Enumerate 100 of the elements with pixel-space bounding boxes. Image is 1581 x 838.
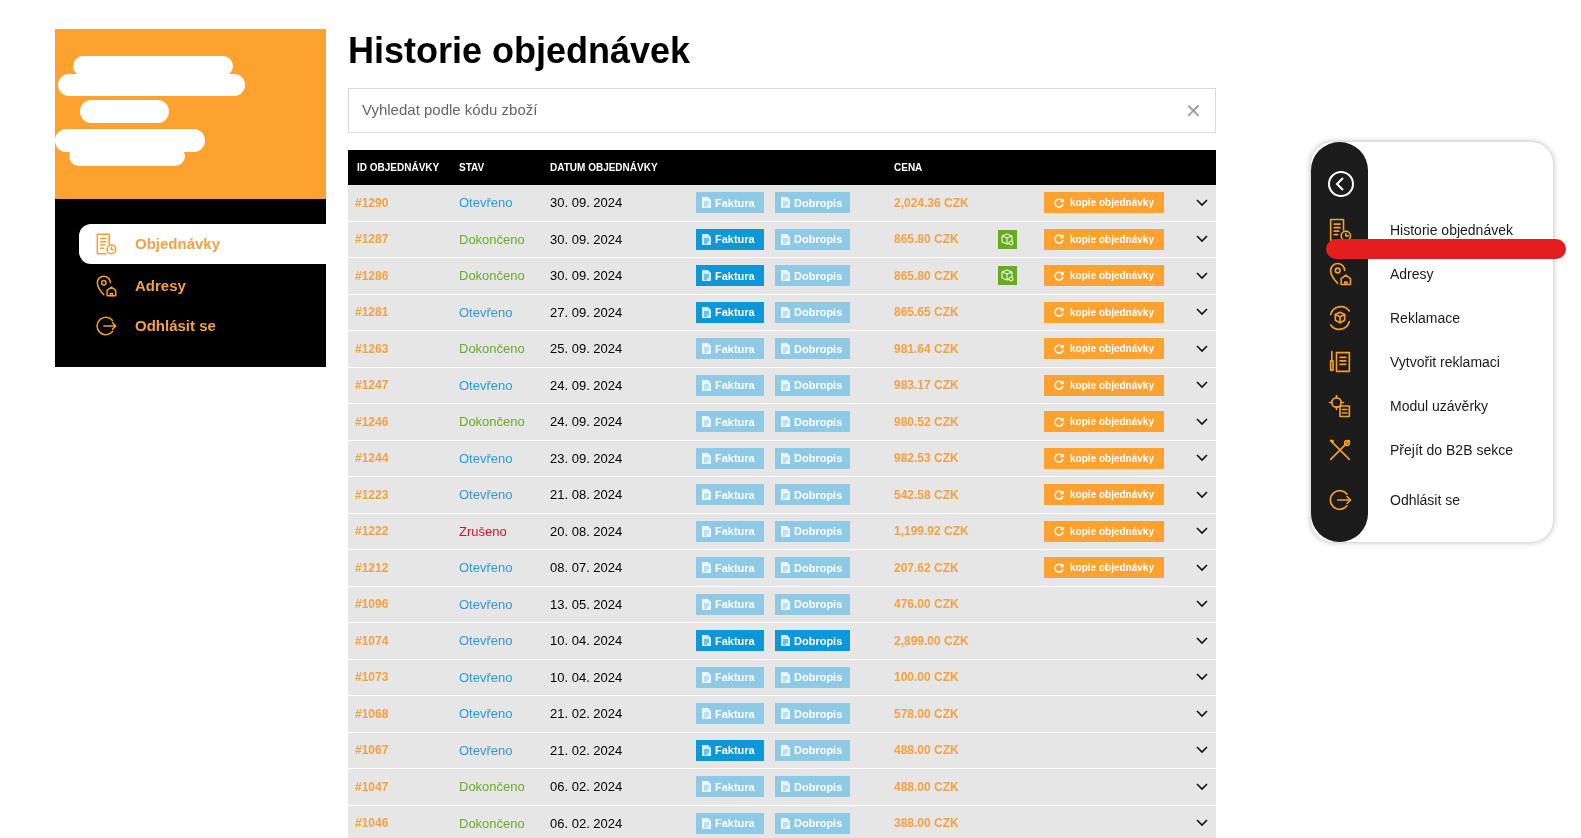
order-id-link[interactable]: #1067 xyxy=(348,741,459,760)
search-field[interactable]: Vyhledat podle kódu zboží ✕ xyxy=(348,88,1216,133)
order-id-link[interactable]: #1263 xyxy=(348,339,459,358)
back-icon[interactable] xyxy=(1327,170,1355,198)
document-button[interactable]: Faktura xyxy=(696,301,764,323)
order-id-link[interactable]: #1212 xyxy=(348,558,459,577)
document-button[interactable]: Faktura xyxy=(696,338,764,360)
copy-order-button[interactable]: kopie objednávky xyxy=(1044,192,1164,214)
document-button[interactable]: Faktura xyxy=(696,776,764,798)
document-button[interactable]: Dobropis xyxy=(775,338,850,360)
order-id-link[interactable]: #1068 xyxy=(348,704,459,723)
menu-item[interactable]: Přejít do B2B sekce xyxy=(1390,439,1513,461)
order-id-link[interactable]: #1287 xyxy=(348,230,459,249)
menu-item[interactable]: Reklamace xyxy=(1390,307,1461,329)
menu-item[interactable]: Modul uzávěrky xyxy=(1390,395,1489,417)
order-id-link[interactable]: #1047 xyxy=(348,777,459,796)
document-button[interactable]: Faktura xyxy=(696,192,764,214)
document-icon xyxy=(781,817,790,829)
document-button[interactable]: Faktura xyxy=(696,411,764,433)
document-button[interactable]: Faktura xyxy=(696,593,764,615)
document-button[interactable]: Dobropis xyxy=(775,703,850,725)
document-button[interactable]: Dobropis xyxy=(775,374,850,396)
document-button[interactable]: Faktura xyxy=(696,374,764,396)
document-button[interactable]: Dobropis xyxy=(775,739,850,761)
chevron-down-icon[interactable] xyxy=(1196,417,1208,426)
order-id-link[interactable]: #1247 xyxy=(348,376,459,395)
document-button[interactable]: Faktura xyxy=(696,557,764,579)
document-button[interactable]: Faktura xyxy=(696,265,764,287)
order-id-link[interactable]: #1074 xyxy=(348,631,459,650)
document-button[interactable]: Faktura xyxy=(696,703,764,725)
chevron-down-icon[interactable] xyxy=(1196,819,1208,828)
document-button[interactable]: Dobropis xyxy=(775,630,850,652)
document-button[interactable]: Faktura xyxy=(696,228,764,250)
document-button[interactable]: Dobropis xyxy=(775,812,850,834)
chevron-down-icon[interactable] xyxy=(1196,709,1208,718)
document-button[interactable]: Dobropis xyxy=(775,520,850,542)
menu-item[interactable]: Vytvořit reklamaci xyxy=(1390,351,1500,373)
document-button[interactable]: Dobropis xyxy=(775,265,850,287)
document-icon xyxy=(781,671,790,683)
document-button[interactable]: Faktura xyxy=(696,520,764,542)
copy-order-button[interactable]: kopie objednávky xyxy=(1044,265,1164,287)
copy-order-button[interactable]: kopie objednávky xyxy=(1044,228,1164,250)
copy-order-button[interactable]: kopie objednávky xyxy=(1044,447,1164,469)
copy-order-button[interactable]: kopie objednávky xyxy=(1044,301,1164,323)
copy-order-button[interactable]: kopie objednávky xyxy=(1044,338,1164,360)
chevron-down-icon[interactable] xyxy=(1196,381,1208,390)
document-button[interactable]: Dobropis xyxy=(775,228,850,250)
document-button[interactable]: Dobropis xyxy=(775,411,850,433)
copy-order-button[interactable]: kopie objednávky xyxy=(1044,520,1164,542)
copy-order-button[interactable]: kopie objednávky xyxy=(1044,411,1164,433)
copy-order-button[interactable]: kopie objednávky xyxy=(1044,484,1164,506)
chevron-down-icon[interactable] xyxy=(1196,198,1208,207)
order-id-link[interactable]: #1244 xyxy=(348,449,459,468)
document-button[interactable]: Faktura xyxy=(696,630,764,652)
copy-order-button[interactable]: kopie objednávky xyxy=(1044,374,1164,396)
document-button[interactable]: Dobropis xyxy=(775,666,850,688)
clear-button[interactable]: ✕ xyxy=(1185,95,1202,126)
chevron-down-icon[interactable] xyxy=(1196,673,1208,682)
chevron-down-icon[interactable] xyxy=(1196,636,1208,645)
sidebar-item[interactable]: Adresy xyxy=(79,268,326,304)
document-button[interactable]: Dobropis xyxy=(775,301,850,323)
chevron-down-icon[interactable] xyxy=(1196,527,1208,536)
chevron-down-icon[interactable] xyxy=(1196,271,1208,280)
document-button[interactable]: Dobropis xyxy=(775,557,850,579)
document-button[interactable]: Faktura xyxy=(696,484,764,506)
menu-item[interactable]: Adresy xyxy=(1390,263,1434,285)
chevron-down-icon[interactable] xyxy=(1196,600,1208,609)
order-id-link[interactable]: #1223 xyxy=(348,485,459,504)
document-button[interactable]: Faktura xyxy=(696,447,764,469)
order-id-link[interactable]: #1096 xyxy=(348,595,459,614)
chevron-down-icon[interactable] xyxy=(1196,490,1208,499)
chevron-down-icon[interactable] xyxy=(1196,563,1208,572)
document-button[interactable]: Faktura xyxy=(696,739,764,761)
order-id-link[interactable]: #1286 xyxy=(348,266,459,285)
order-id-link[interactable]: #1290 xyxy=(348,193,459,212)
sidebar-item[interactable]: Objednávky xyxy=(79,224,326,264)
order-id-link[interactable]: #1281 xyxy=(348,303,459,322)
menu-item[interactable]: Historie objednávek xyxy=(1390,219,1513,241)
document-button[interactable]: Dobropis xyxy=(775,776,850,798)
chevron-down-icon[interactable] xyxy=(1196,344,1208,353)
document-button[interactable]: Faktura xyxy=(696,812,764,834)
date-text: 08. 07. 2024 xyxy=(550,559,624,577)
copy-order-button[interactable]: kopie objednávky xyxy=(1044,557,1164,579)
chevron-down-icon[interactable] xyxy=(1196,746,1208,755)
chevron-down-icon[interactable] xyxy=(1196,454,1208,463)
chevron-down-icon[interactable] xyxy=(1196,235,1208,244)
refresh-icon xyxy=(1054,234,1065,245)
sidebar-item[interactable]: Odhlásit se xyxy=(79,308,326,344)
document-button[interactable]: Dobropis xyxy=(775,192,850,214)
menu-item[interactable]: Odhlásit se xyxy=(1390,489,1461,511)
order-id-link[interactable]: #1246 xyxy=(348,412,459,431)
chevron-down-icon[interactable] xyxy=(1196,308,1208,317)
document-button[interactable]: Dobropis xyxy=(775,447,850,469)
order-id-link[interactable]: #1046 xyxy=(348,814,459,833)
order-id-link[interactable]: #1222 xyxy=(348,522,459,541)
document-button[interactable]: Faktura xyxy=(696,666,764,688)
chevron-down-icon[interactable] xyxy=(1196,782,1208,791)
order-id-link[interactable]: #1073 xyxy=(348,668,459,687)
document-button[interactable]: Dobropis xyxy=(775,484,850,506)
document-button[interactable]: Dobropis xyxy=(775,593,850,615)
